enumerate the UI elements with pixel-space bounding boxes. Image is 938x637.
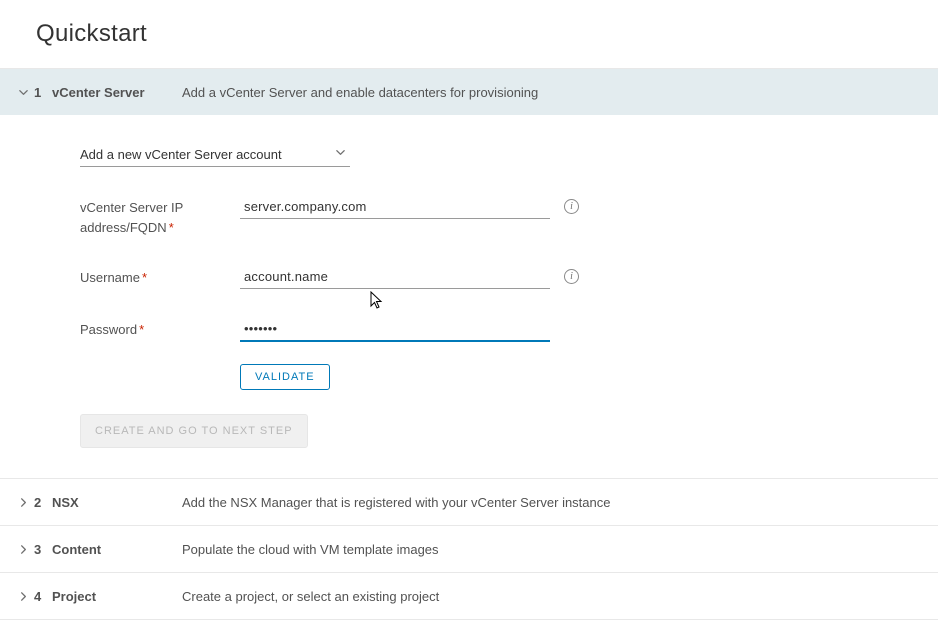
step-vcenter-server: 1 vCenter Server Add a vCenter Server an… [0, 68, 938, 478]
cursor-icon [370, 291, 386, 311]
account-select-value[interactable] [80, 143, 350, 167]
step-header-content[interactable]: 3 Content Populate the cloud with VM tem… [0, 526, 938, 572]
chevron-right-icon [14, 587, 32, 605]
label-text: vCenter Server IP address/FQDN [80, 200, 183, 235]
step-project: 4 Project Create a project, or select an… [0, 572, 938, 620]
step-header-nsx[interactable]: 2 NSX Add the NSX Manager that is regist… [0, 479, 938, 525]
validate-button[interactable]: Validate [240, 364, 330, 390]
step-header-project[interactable]: 4 Project Create a project, or select an… [0, 573, 938, 619]
required-indicator: * [169, 220, 174, 235]
password-input[interactable] [240, 317, 550, 342]
label-text: Password [80, 322, 137, 337]
step-description: Populate the cloud with VM template imag… [182, 542, 924, 557]
step-nsx: 2 NSX Add the NSX Manager that is regist… [0, 478, 938, 525]
create-next-button: Create and go to next step [80, 414, 308, 448]
step-title: vCenter Server [52, 85, 182, 100]
step-number: 3 [34, 542, 52, 557]
step-title: Content [52, 542, 182, 557]
address-input[interactable] [240, 195, 550, 219]
password-label: Password* [80, 317, 240, 340]
step-description: Add the NSX Manager that is registered w… [182, 495, 924, 510]
required-indicator: * [139, 322, 144, 337]
step-number: 4 [34, 589, 52, 604]
username-input[interactable] [240, 265, 550, 289]
username-label: Username* [80, 265, 240, 288]
chevron-down-icon [14, 83, 32, 101]
label-text: Username [80, 270, 140, 285]
page-title: Quickstart [0, 0, 938, 68]
chevron-right-icon [14, 493, 32, 511]
account-select[interactable] [80, 143, 350, 167]
address-label: vCenter Server IP address/FQDN* [80, 195, 240, 237]
step-number: 2 [34, 495, 52, 510]
step-description: Add a vCenter Server and enable datacent… [182, 85, 924, 100]
step-content: 3 Content Populate the cloud with VM tem… [0, 525, 938, 572]
step-description: Create a project, or select an existing … [182, 589, 924, 604]
chevron-right-icon [14, 540, 32, 558]
step-title: Project [52, 589, 182, 604]
step-header-vcenter[interactable]: 1 vCenter Server Add a vCenter Server an… [0, 69, 938, 115]
step-title: NSX [52, 495, 182, 510]
step-body-vcenter: vCenter Server IP address/FQDN* i Userna… [0, 115, 938, 478]
required-indicator: * [142, 270, 147, 285]
step-number: 1 [34, 85, 52, 100]
info-icon[interactable]: i [564, 269, 579, 284]
info-icon[interactable]: i [564, 199, 579, 214]
chevron-down-icon [335, 146, 346, 161]
